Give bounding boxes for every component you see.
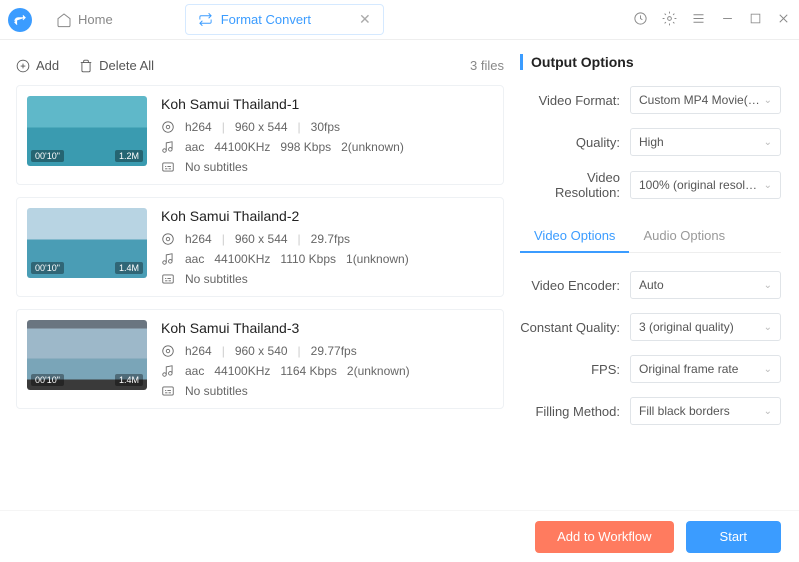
add-button[interactable]: Add — [16, 58, 59, 73]
file-name: Koh Samui Thailand-1 — [161, 96, 493, 112]
chevron-down-icon: ⌄ — [764, 137, 772, 148]
subtitles-icon — [161, 384, 175, 398]
size-badge: 1.4M — [115, 374, 143, 386]
audio-codec-icon — [161, 364, 175, 378]
size-badge: 1.2M — [115, 150, 143, 162]
convert-icon — [198, 12, 213, 27]
resolution-select[interactable]: 100% (original resol…⌄ — [630, 171, 781, 199]
titlebar: Home Format Convert ✕ — [0, 0, 799, 40]
subtitles-icon — [161, 272, 175, 286]
file-card[interactable]: 00'10"1.4MKoh Samui Thailand-3h264|960 x… — [16, 309, 504, 409]
format-convert-label: Format Convert — [221, 12, 311, 27]
subtitles-icon — [161, 160, 175, 174]
app-logo-icon — [8, 8, 32, 32]
trash-icon — [79, 59, 93, 73]
video-format-select[interactable]: Custom MP4 Movie(…⌄ — [630, 86, 781, 114]
file-toolbar: Add Delete All 3 files — [16, 52, 504, 85]
audio-codec-icon — [161, 252, 175, 266]
window-controls — [633, 11, 791, 29]
start-button[interactable]: Start — [686, 521, 781, 553]
minimize-icon[interactable] — [720, 11, 735, 29]
chevron-down-icon: ⌄ — [764, 406, 772, 417]
chevron-down-icon: ⌄ — [764, 280, 772, 291]
settings-icon[interactable] — [662, 11, 677, 29]
fps-label: FPS: — [520, 362, 630, 377]
close-tab-icon[interactable]: ✕ — [359, 11, 371, 28]
file-panel: Add Delete All 3 files 00'10" 1.2M Koh Sam… — [0, 40, 520, 510]
video-codec-icon — [161, 120, 175, 134]
delete-all-label: Delete All — [99, 58, 154, 73]
chevron-down-icon: ⌄ — [764, 364, 772, 375]
home-tab-label: Home — [78, 12, 113, 27]
history-icon[interactable] — [633, 11, 648, 29]
file-card[interactable]: 00'10"1.2MKoh Samui Thailand-1h264|960 x… — [16, 85, 504, 185]
chevron-down-icon: ⌄ — [764, 322, 772, 333]
home-tab[interactable]: Home — [44, 6, 125, 34]
delete-all-button[interactable]: Delete All — [79, 58, 154, 73]
footer: Add to Workflow Start — [0, 510, 799, 562]
constant-quality-select[interactable]: 3 (original quality)⌄ — [630, 313, 781, 341]
duration-badge: 00'10" — [31, 262, 64, 274]
fps-select[interactable]: Original frame rate⌄ — [630, 355, 781, 383]
file-thumbnail[interactable]: 00'10" 1.2M — [27, 96, 147, 166]
resolution-label: Video Resolution: — [520, 170, 630, 200]
output-options-title: Output Options — [520, 54, 781, 70]
quality-select[interactable]: High⌄ — [630, 128, 781, 156]
file-name: Koh Samui Thailand-2 — [161, 208, 493, 224]
file-card[interactable]: 00'10"1.4MKoh Samui Thailand-2h264|960 x… — [16, 197, 504, 297]
chevron-down-icon: ⌄ — [764, 95, 772, 106]
filling-method-label: Filling Method: — [520, 404, 630, 419]
audio-options-tab[interactable]: Audio Options — [629, 220, 739, 252]
chevron-down-icon: ⌄ — [764, 180, 772, 191]
video-encoder-label: Video Encoder: — [520, 278, 630, 293]
duration-badge: 00'10" — [31, 374, 64, 386]
menu-icon[interactable] — [691, 11, 706, 29]
video-encoder-select[interactable]: Auto⌄ — [630, 271, 781, 299]
video-codec-icon — [161, 232, 175, 246]
home-icon — [56, 12, 72, 28]
options-panel: Output Options Video Format: Custom MP4 … — [520, 40, 799, 510]
audio-codec-icon — [161, 140, 175, 154]
video-options-tab[interactable]: Video Options — [520, 220, 629, 253]
video-codec-icon — [161, 344, 175, 358]
files-count: 3 files — [470, 58, 504, 73]
quality-label: Quality: — [520, 135, 630, 150]
maximize-icon[interactable] — [749, 12, 762, 28]
filling-method-select[interactable]: Fill black borders⌄ — [630, 397, 781, 425]
option-tabs: Video Options Audio Options — [520, 220, 781, 253]
constant-quality-label: Constant Quality: — [520, 320, 630, 335]
video-format-label: Video Format: — [520, 93, 630, 108]
file-list: 00'10"1.2MKoh Samui Thailand-1h264|960 x… — [16, 85, 504, 409]
file-thumbnail[interactable]: 00'10" 1.4M — [27, 320, 147, 390]
size-badge: 1.4M — [115, 262, 143, 274]
close-window-icon[interactable] — [776, 11, 791, 29]
file-thumbnail[interactable]: 00'10" 1.4M — [27, 208, 147, 278]
plus-icon — [16, 59, 30, 73]
add-to-workflow-button[interactable]: Add to Workflow — [535, 521, 673, 553]
add-label: Add — [36, 58, 59, 73]
file-name: Koh Samui Thailand-3 — [161, 320, 493, 336]
format-convert-tab[interactable]: Format Convert ✕ — [185, 4, 384, 35]
duration-badge: 00'10" — [31, 150, 64, 162]
